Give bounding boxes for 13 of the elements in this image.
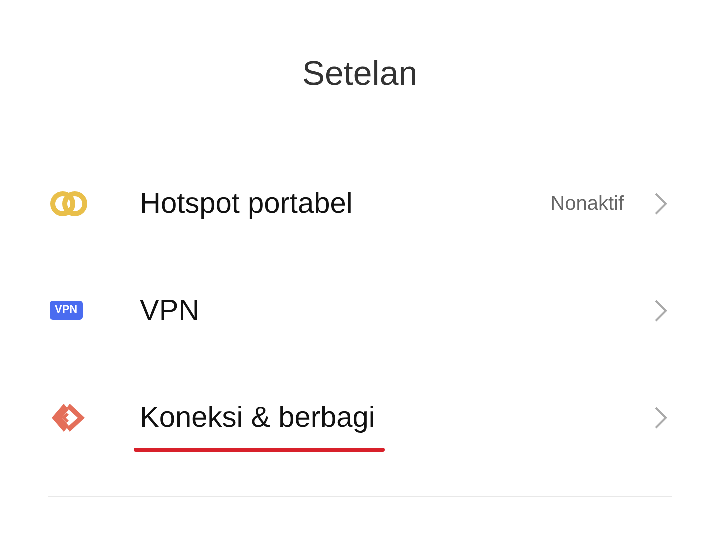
settings-row[interactable]: VPN VPN xyxy=(0,257,720,364)
rings-icon xyxy=(50,190,88,218)
row-label: Hotspot portabel xyxy=(140,186,353,222)
chevron-right-icon xyxy=(654,406,668,430)
row-label: VPN xyxy=(140,294,200,328)
vpn-badge-icon: VPN xyxy=(50,301,83,320)
chevron-right-icon xyxy=(654,298,668,322)
settings-row[interactable]: Koneksi & berbagi xyxy=(0,364,720,471)
row-label: Koneksi & berbagi xyxy=(140,400,376,436)
settings-row[interactable]: Hotspot portabel Nonaktif xyxy=(0,150,720,257)
row-value: Nonaktif xyxy=(550,192,624,216)
chevron-right-icon xyxy=(654,192,668,216)
page-title: Setelan xyxy=(302,54,418,95)
